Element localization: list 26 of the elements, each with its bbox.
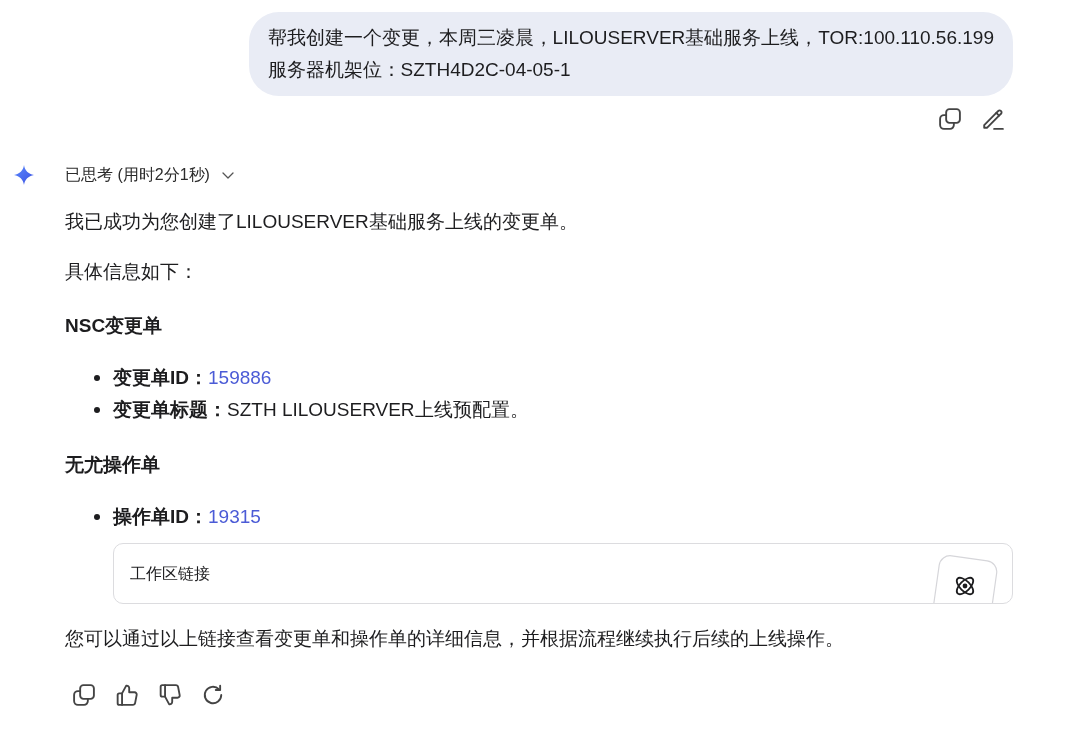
atom-icon [930, 555, 1000, 603]
pencil-icon [982, 108, 1004, 130]
card-title: 工作区链接 [130, 563, 210, 584]
copy-icon [939, 108, 961, 130]
bullet-icon [94, 375, 100, 381]
field-value: SZTH LILOUSERVER上线预配置。 [227, 398, 529, 422]
paragraph: 我已成功为您创建了LILOUSERVER基础服务上线的变更单。 [65, 210, 579, 234]
copy-icon [73, 684, 95, 706]
id-link[interactable]: 19315 [208, 501, 261, 533]
paragraph: 具体信息如下： [65, 260, 199, 284]
section-heading: 无尤操作单 [65, 453, 161, 477]
thumbs-up-icon [116, 684, 138, 706]
sparkle-icon [14, 165, 34, 185]
refresh-icon [202, 684, 224, 706]
field-label: 变更单标题： [113, 398, 227, 422]
field-label: 变更单ID： [113, 366, 208, 390]
paragraph: 您可以通过以上链接查看变更单和操作单的详细信息，并根据流程继续执行后续的上线操作。 [65, 627, 845, 651]
user-message: 帮我创建一个变更，本周三凌晨，LILOUSERVER基础服务上线，TOR:100.110.56.199 服务器机架位：SZTH4D2C-04-05-1 [248, 12, 1013, 96]
thinking-toggle[interactable]: 已思考 (用时2分1秒) [65, 162, 234, 188]
bullet-icon [94, 407, 100, 413]
id-link[interactable]: 159886 [208, 362, 272, 394]
thumbs-down-icon [159, 684, 181, 706]
section-heading: NSC变更单 [65, 314, 164, 338]
field-label: 操作单ID： [113, 505, 208, 529]
bullet-icon [94, 514, 100, 520]
link-card[interactable]: 工作区链接 [113, 543, 1013, 604]
